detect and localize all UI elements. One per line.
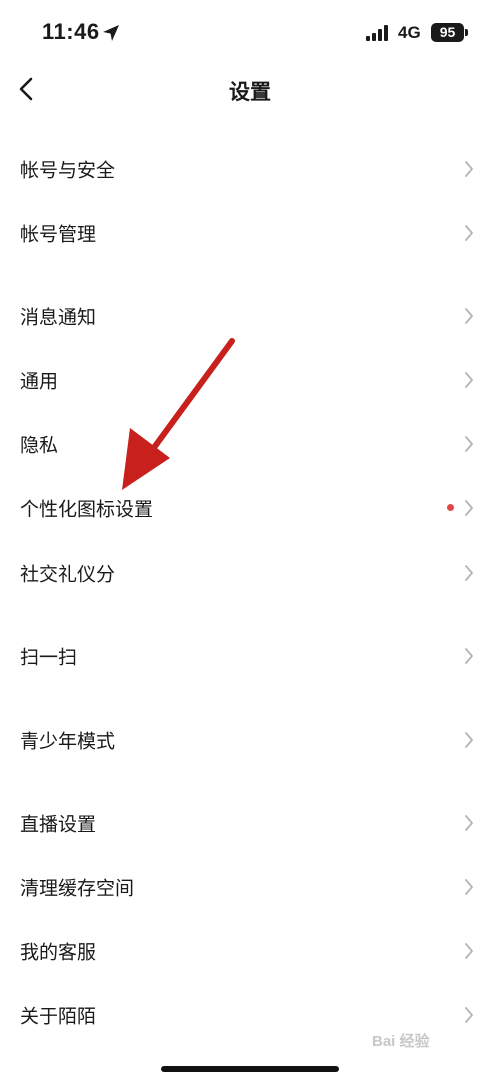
settings-item-label: 我的客服 bbox=[20, 942, 97, 964]
settings-item-label: 帐号管理 bbox=[20, 224, 97, 246]
chevron-right-icon bbox=[465, 308, 473, 324]
chevron-right-icon bbox=[465, 500, 473, 516]
settings-item-label: 个性化图标设置 bbox=[20, 499, 154, 521]
settings-item-label: 隐私 bbox=[20, 435, 59, 457]
settings-item-scan[interactable]: 扫一扫 bbox=[0, 627, 500, 685]
settings-item-label: 通用 bbox=[20, 371, 59, 393]
battery-level: 95 bbox=[431, 23, 464, 42]
battery-tip bbox=[465, 29, 468, 36]
notification-dot bbox=[447, 504, 454, 511]
location-arrow-icon bbox=[103, 25, 119, 41]
nav-bar: 设置 bbox=[0, 66, 500, 116]
settings-item-notifications[interactable]: 消息通知 bbox=[0, 287, 500, 345]
home-indicator[interactable] bbox=[161, 1066, 339, 1072]
chevron-right-icon bbox=[465, 648, 473, 664]
settings-item-label: 消息通知 bbox=[20, 307, 97, 329]
chevron-right-icon bbox=[465, 815, 473, 831]
chevron-right-icon bbox=[465, 1007, 473, 1023]
settings-item-label: 直播设置 bbox=[20, 814, 97, 836]
chevron-right-icon bbox=[465, 943, 473, 959]
chevron-right-icon bbox=[465, 436, 473, 452]
settings-item-account-management[interactable]: 帐号管理 bbox=[0, 204, 500, 262]
chevron-right-icon bbox=[465, 372, 473, 388]
settings-item-label: 社交礼仪分 bbox=[20, 564, 116, 586]
page-title: 设置 bbox=[229, 81, 271, 104]
settings-item-icon-customization[interactable]: 个性化图标设置 bbox=[0, 479, 500, 537]
status-time: 11:46 bbox=[42, 19, 100, 44]
settings-item-label: 帐号与安全 bbox=[20, 160, 116, 182]
settings-item-customer-service[interactable]: 我的客服 bbox=[0, 922, 500, 980]
settings-item-general[interactable]: 通用 bbox=[0, 351, 500, 409]
status-bar: 11:46 4G 95 bbox=[0, 0, 500, 66]
settings-item-clear-cache[interactable]: 清理缓存空间 bbox=[0, 858, 500, 916]
cellular-signal-icon bbox=[366, 25, 388, 41]
network-type: 4G bbox=[398, 23, 421, 42]
chevron-right-icon bbox=[465, 225, 473, 241]
watermark: Bai 经验 bbox=[372, 1033, 430, 1050]
chevron-right-icon bbox=[465, 879, 473, 895]
settings-item-label: 扫一扫 bbox=[20, 647, 78, 669]
chevron-right-icon bbox=[465, 732, 473, 748]
settings-item-label: 关于陌陌 bbox=[20, 1006, 97, 1028]
settings-item-teen-mode[interactable]: 青少年模式 bbox=[0, 711, 500, 769]
chevron-right-icon bbox=[465, 161, 473, 177]
chevron-right-icon bbox=[465, 565, 473, 581]
settings-item-privacy[interactable]: 隐私 bbox=[0, 415, 500, 473]
settings-item-label: 清理缓存空间 bbox=[20, 878, 135, 900]
settings-item-account-security[interactable]: 帐号与安全 bbox=[0, 140, 500, 198]
settings-item-social-etiquette[interactable]: 社交礼仪分 bbox=[0, 544, 500, 602]
settings-item-label: 青少年模式 bbox=[20, 731, 116, 753]
settings-item-live-settings[interactable]: 直播设置 bbox=[0, 794, 500, 852]
